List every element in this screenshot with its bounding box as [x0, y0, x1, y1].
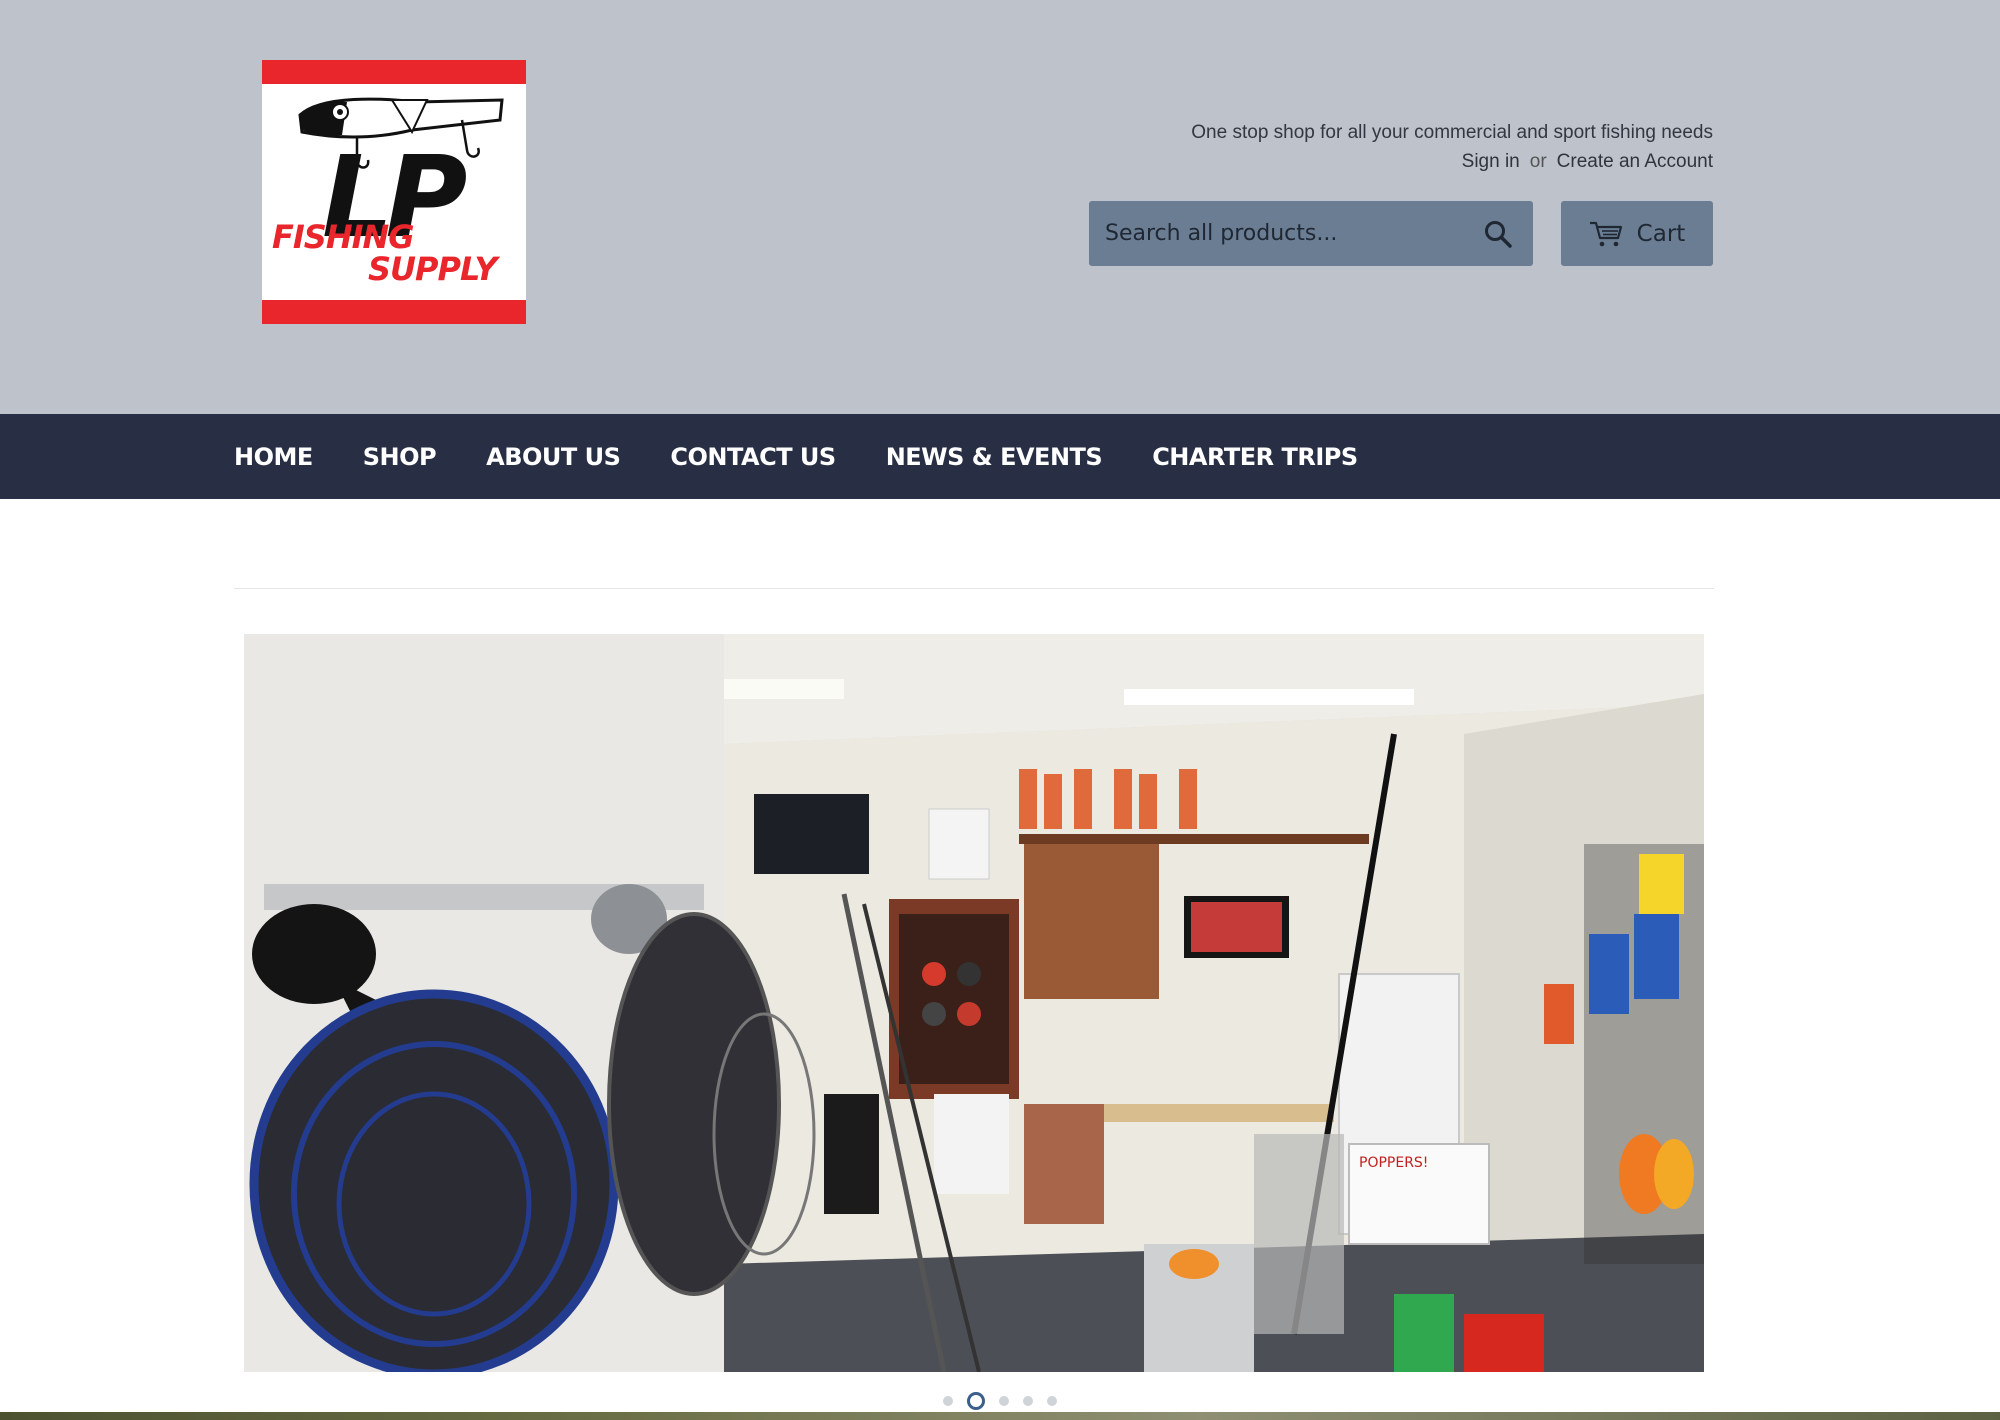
main-nav: HOME SHOP ABOUT US CONTACT US NEWS & EVE… — [0, 414, 2000, 499]
cart-button[interactable]: Cart — [1561, 201, 1713, 266]
sign-in-link[interactable]: Sign in — [1462, 151, 1520, 172]
site-logo[interactable]: LP FISHING SUPPLY — [262, 60, 526, 324]
slide-dot-1[interactable] — [943, 1396, 953, 1406]
nav-item-news-events[interactable]: NEWS & EVENTS — [886, 443, 1103, 471]
search-form — [1089, 201, 1533, 266]
next-section-image-edge — [0, 1412, 2000, 1420]
search-button[interactable] — [1473, 209, 1523, 259]
or-separator: or — [1529, 151, 1547, 172]
hero-slide-image[interactable]: POPPERS! — [244, 634, 1704, 1372]
slide-dot-4[interactable] — [1023, 1396, 1033, 1406]
account-links: Sign in or Create an Account — [1462, 151, 1713, 173]
slide-dot-2-active[interactable] — [967, 1392, 985, 1410]
nav-item-contact-us[interactable]: CONTACT US — [670, 443, 836, 471]
cart-label: Cart — [1636, 220, 1686, 247]
store-interior-photo: POPPERS! — [244, 634, 1704, 1372]
logo-supply-text: SUPPLY — [368, 250, 498, 288]
poppers-sign-text: POPPERS! — [1359, 1155, 1428, 1171]
slideshow-pagination — [0, 1391, 2000, 1411]
search-input[interactable] — [1089, 201, 1469, 266]
site-header: LP FISHING SUPPLY One stop shop for all … — [0, 0, 2000, 414]
slide-dot-3[interactable] — [999, 1396, 1009, 1406]
content-divider — [234, 588, 1714, 589]
slide-dot-5[interactable] — [1047, 1396, 1057, 1406]
store-tagline: One stop shop for all your commercial an… — [1191, 122, 1713, 143]
create-account-link[interactable]: Create an Account — [1557, 151, 1713, 172]
search-icon — [1485, 221, 1512, 248]
nav-item-home[interactable]: HOME — [234, 443, 313, 471]
nav-item-shop[interactable]: SHOP — [363, 443, 437, 471]
nav-item-charter-trips[interactable]: CHARTER TRIPS — [1152, 443, 1358, 471]
nav-item-about-us[interactable]: ABOUT US — [486, 443, 621, 471]
cart-icon — [1589, 221, 1622, 246]
